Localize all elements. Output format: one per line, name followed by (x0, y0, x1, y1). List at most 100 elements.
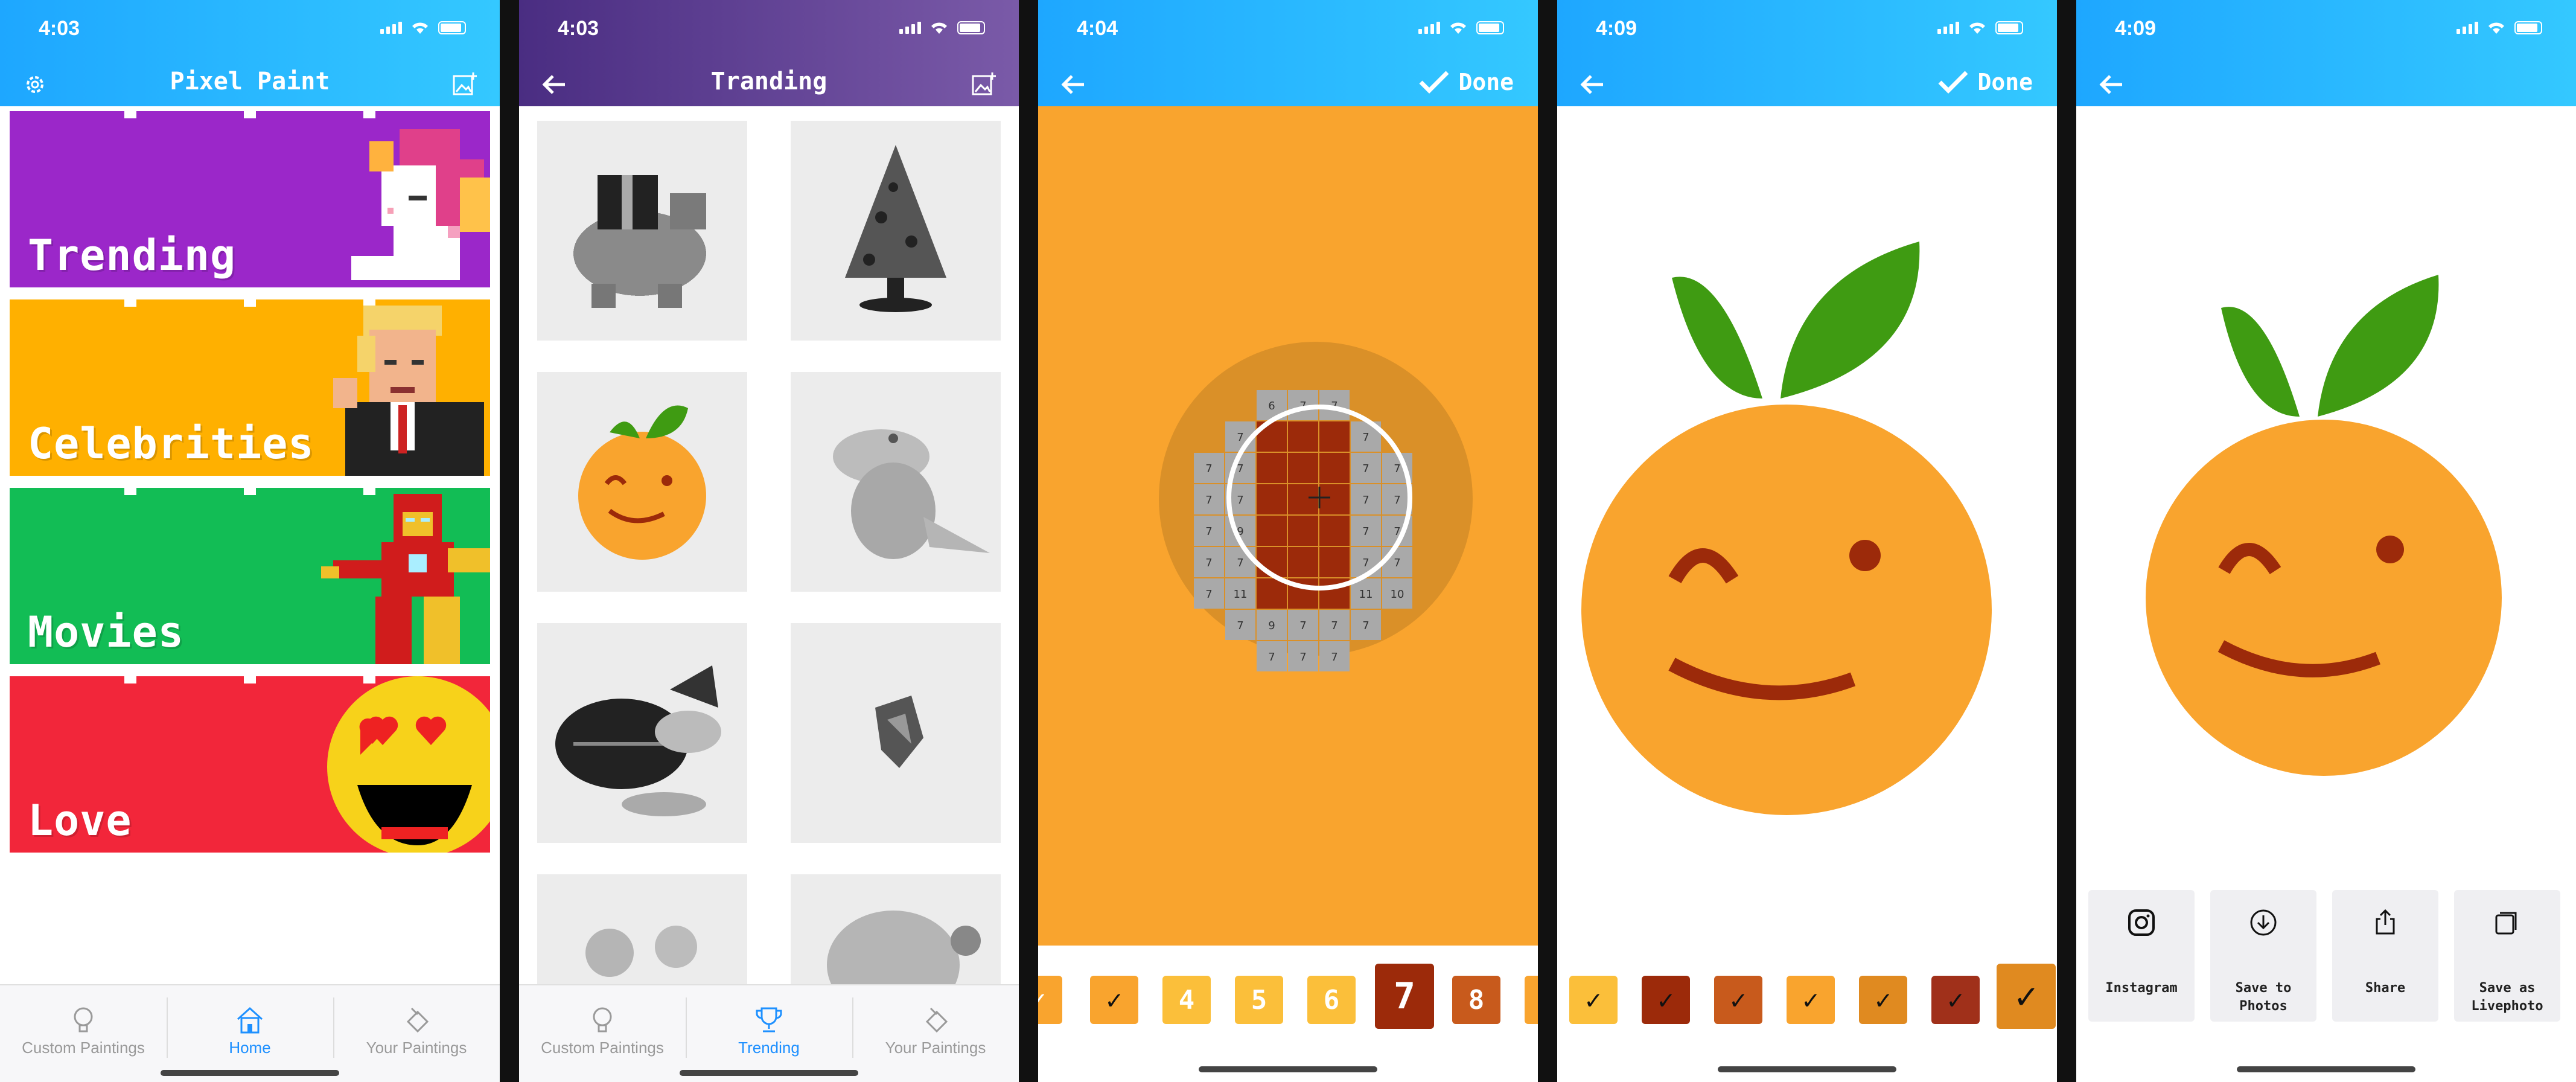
grid-cell[interactable]: 11 (1225, 578, 1255, 609)
grid-cell[interactable] (1257, 484, 1287, 514)
grid-cell[interactable]: 7 (1288, 610, 1318, 640)
color-chip[interactable]: ✓ (1090, 976, 1138, 1024)
grid-cell[interactable]: 7 (1351, 516, 1381, 546)
home-indicator (161, 1070, 339, 1076)
tab-trending[interactable]: Trending (686, 985, 852, 1070)
color-chip-done[interactable]: ✓ (1714, 976, 1762, 1024)
painting-tile-orange[interactable] (537, 372, 747, 592)
grid-cell[interactable]: 7 (1257, 641, 1287, 671)
wifi-icon (1969, 22, 1985, 34)
grid-cell[interactable] (1288, 547, 1318, 577)
grid-cell[interactable]: 7 (1194, 578, 1224, 609)
color-chip-selected[interactable]: 7 (1375, 964, 1434, 1029)
grid-cell[interactable]: 7 (1382, 547, 1412, 577)
painting-tile-abstract[interactable] (791, 623, 1001, 843)
back-button[interactable] (2097, 70, 2126, 99)
painting-tile-turtle-bird[interactable] (537, 623, 747, 843)
back-arrow-icon (1580, 75, 1603, 94)
signal-icon (899, 22, 921, 34)
add-photo-button[interactable] (450, 70, 479, 99)
color-chip[interactable]: 6 (1307, 976, 1356, 1024)
save-to-photos-button[interactable]: Save to Photos (2210, 890, 2316, 1022)
add-photo-button[interactable] (969, 70, 998, 99)
color-chip-partial[interactable] (1525, 976, 1538, 1024)
svg-text:7: 7 (1299, 619, 1306, 632)
grid-cell[interactable] (1319, 453, 1350, 483)
svg-text:7: 7 (1205, 525, 1212, 538)
grid-cell[interactable] (1319, 484, 1350, 514)
share-button[interactable]: Share (2332, 890, 2438, 1022)
grid-cell[interactable] (1257, 578, 1287, 609)
color-chip-done[interactable]: ✓ (1931, 976, 1980, 1024)
color-chip-done[interactable]: ✓ (1569, 976, 1618, 1024)
painting-tile-dragon[interactable] (791, 372, 1001, 592)
svg-text:7: 7 (1205, 588, 1212, 601)
battery-icon (2514, 21, 2542, 34)
color-chip[interactable]: 8 (1452, 976, 1500, 1024)
color-palette: ✓ ✓ ✓ ✓ ✓ ✓ ✓ (1557, 961, 2057, 1034)
grid-cell[interactable]: 7 (1194, 547, 1224, 577)
color-chip-done[interactable]: ✓ (1642, 976, 1690, 1024)
grid-cell[interactable]: 7 (1351, 610, 1381, 640)
grid-cell[interactable]: 10 (1382, 578, 1412, 609)
grid-cell[interactable] (1288, 421, 1318, 452)
save-as-livephoto-button[interactable]: Save as Livephoto (2454, 890, 2560, 1022)
grid-cell[interactable]: 7 (1225, 610, 1255, 640)
tab-home[interactable]: Home (167, 985, 333, 1070)
grid-cell[interactable]: 7 (1225, 547, 1255, 577)
grid-cell[interactable]: 7 (1194, 516, 1224, 546)
grid-cell[interactable]: 7 (1319, 641, 1350, 671)
color-chip[interactable]: 4 (1162, 976, 1211, 1024)
color-palette: ✓ ✓ 4 5 6 7 8 (1038, 961, 1538, 1034)
grid-cell[interactable]: 7 (1288, 641, 1318, 671)
instagram-button[interactable]: Instagram (2088, 890, 2195, 1022)
category-trending[interactable]: Trending (10, 111, 490, 287)
grid-cell[interactable] (1319, 516, 1350, 546)
svg-text:7: 7 (1331, 651, 1337, 664)
grid-cell[interactable] (1288, 453, 1318, 483)
lightbulb-icon (74, 1007, 93, 1032)
category-movies[interactable]: Movies (10, 488, 490, 664)
color-chip-done-selected[interactable]: ✓ (1997, 964, 2056, 1029)
done-button[interactable]: Done (1418, 69, 1514, 95)
grid-cell[interactable]: 7 (1351, 453, 1381, 483)
back-button[interactable] (1578, 70, 1607, 99)
grid-cell[interactable]: 7 (1319, 610, 1350, 640)
status-time: 4:04 (1077, 17, 1118, 40)
painting-tile-christmas-tree[interactable] (791, 121, 1001, 341)
grid-cell[interactable] (1319, 547, 1350, 577)
svg-text:10: 10 (1391, 588, 1404, 601)
grid-cell[interactable] (1257, 453, 1287, 483)
grid-cell[interactable] (1288, 484, 1318, 514)
tab-your-paintings[interactable]: Your Paintings (333, 985, 500, 1070)
back-arrow-icon (2099, 75, 2122, 94)
canvas[interactable]: 6 7 7 7 7 7 7 7 7 7 7 7 7 7 9 7 7 7 7 7 7 7 11 11 10 7 9 7 7 7 7 7 7 (1038, 106, 1538, 946)
painting-tile-turtle-gift[interactable] (537, 121, 747, 341)
grid-cell[interactable]: 7 (1194, 484, 1224, 514)
grid-cell[interactable] (1319, 421, 1350, 452)
tab-custom-paintings[interactable]: Custom Paintings (519, 985, 686, 1070)
color-chip-done[interactable]: ✓ (1859, 976, 1907, 1024)
grid-cell[interactable]: 7 (1351, 484, 1381, 514)
color-chip[interactable]: ✓ (1038, 976, 1062, 1024)
category-label: Celebrities (28, 419, 314, 469)
grid-cell[interactable] (1257, 516, 1287, 546)
home-indicator (680, 1070, 858, 1076)
download-icon (2250, 909, 2277, 936)
tab-custom-paintings[interactable]: Custom Paintings (0, 985, 167, 1070)
tab-your-paintings[interactable]: Your Paintings (852, 985, 1019, 1070)
color-chip[interactable]: 5 (1235, 976, 1283, 1024)
grid-cell[interactable]: 9 (1257, 610, 1287, 640)
color-chip-done[interactable]: ✓ (1787, 976, 1835, 1024)
category-celebrities[interactable]: Celebrities (10, 299, 490, 476)
svg-text:9: 9 (1268, 619, 1275, 632)
done-button[interactable]: Done (1937, 69, 2033, 95)
back-button[interactable] (1059, 70, 1088, 99)
wifi-icon (2488, 22, 2504, 34)
category-love[interactable]: Love (10, 676, 490, 853)
finished-orange-painting[interactable] (1581, 229, 2004, 821)
grid-cell[interactable] (1288, 516, 1318, 546)
status-bar: 4:09 (2076, 0, 2576, 60)
grid-cell[interactable]: 7 (1194, 453, 1224, 483)
pixel-grid[interactable]: 6 7 77 77 7 7 77 7 7 77 9 7 77 7 7 77 11 11 107 9 7 7 77 7 7 (1038, 106, 1538, 946)
